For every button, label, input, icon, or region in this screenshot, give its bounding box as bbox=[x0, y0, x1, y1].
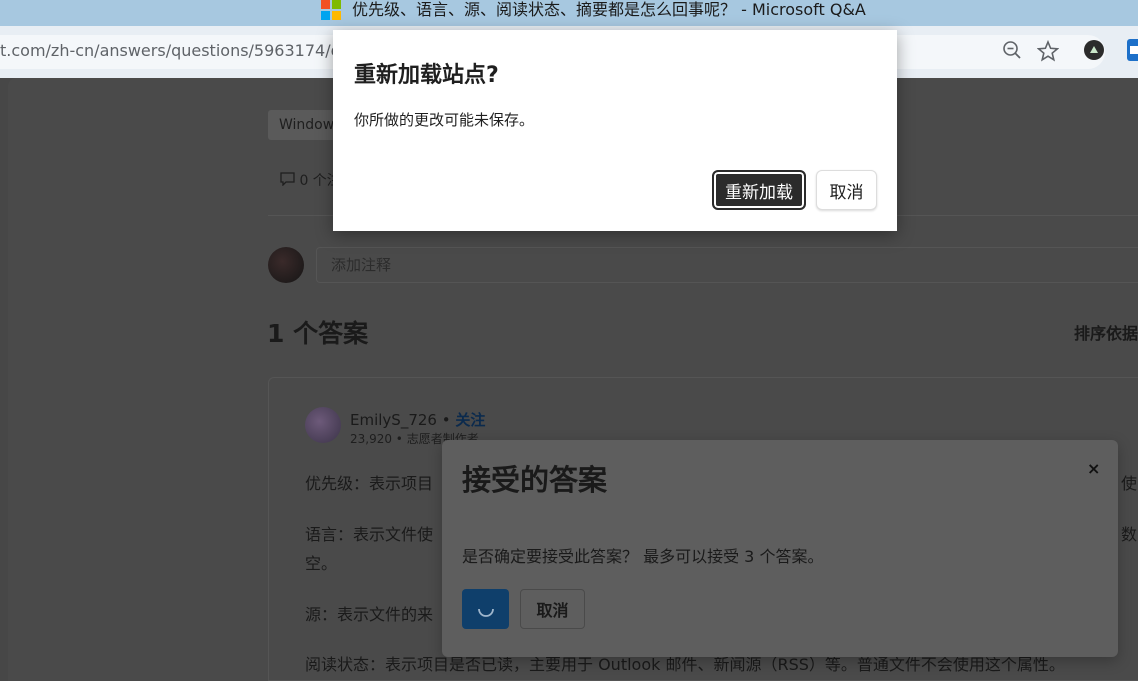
confirm-accept-button[interactable] bbox=[462, 589, 509, 629]
reload-site-dialog: 重新加载站点? 你所做的更改可能未保存。 重新加载 取消 bbox=[333, 30, 897, 231]
accept-cancel-button[interactable]: 取消 bbox=[520, 589, 585, 629]
answer-text-fragment: 数 bbox=[1121, 525, 1138, 544]
accept-dialog-title: 接受的答案 bbox=[462, 463, 608, 497]
sort-by-label[interactable]: 排序依据 bbox=[1074, 320, 1138, 344]
reload-dialog-title: 重新加载站点? bbox=[354, 63, 499, 88]
extension-icon[interactable] bbox=[1083, 39, 1105, 61]
user-avatar bbox=[268, 247, 304, 283]
answer-text-fragment: 使 bbox=[1121, 474, 1138, 493]
microsoft-logo-icon bbox=[321, 0, 341, 20]
window-title: 优先级、语言、源、阅读状态、摘要都是怎么回事呢？ - Microsoft Q&A bbox=[352, 0, 866, 19]
reload-dialog-message: 你所做的更改可能未保存。 bbox=[354, 111, 535, 129]
follow-link[interactable]: 关注 bbox=[455, 411, 485, 429]
answer-paragraph: 语言：表示文件使 bbox=[305, 525, 434, 544]
url-text[interactable]: t.com/zh-cn/answers/questions/5963174/q bbox=[0, 41, 341, 60]
window-titlebar: 优先级、语言、源、阅读状态、摘要都是怎么回事呢？ - Microsoft Q&A bbox=[0, 0, 1138, 26]
zoom-out-icon[interactable] bbox=[1002, 40, 1022, 60]
cancel-button[interactable]: 取消 bbox=[816, 170, 877, 210]
author-name[interactable]: EmilyS_726 bbox=[350, 411, 437, 429]
answer-paragraph: 源：表示文件的来 bbox=[305, 605, 434, 624]
answer-paragraph: 优先级：表示项目 bbox=[305, 474, 434, 493]
author-separator: • bbox=[441, 411, 451, 429]
comment-icon bbox=[280, 172, 295, 187]
add-comment-input[interactable]: 添加注释 bbox=[316, 247, 1138, 283]
accept-dialog-message: 是否确定要接受此答案？ 最多可以接受 3 个答案。 bbox=[462, 547, 824, 566]
close-icon[interactable]: × bbox=[1087, 459, 1100, 478]
sidebar-app-icon[interactable] bbox=[1127, 39, 1138, 61]
comment-count[interactable]: 0 个注 bbox=[280, 170, 341, 190]
reload-button[interactable]: 重新加载 bbox=[712, 170, 806, 210]
favorite-star-icon[interactable] bbox=[1037, 40, 1059, 62]
loading-spinner-icon bbox=[477, 608, 494, 617]
answers-heading: 1 个答案 bbox=[267, 319, 369, 348]
author-avatar[interactable] bbox=[305, 407, 341, 443]
answer-paragraph: 空。 bbox=[305, 554, 338, 573]
answer-author: EmilyS_726 • 关注 bbox=[350, 409, 485, 430]
accept-answer-dialog: 接受的答案 × 是否确定要接受此答案？ 最多可以接受 3 个答案。 取消 bbox=[442, 440, 1118, 657]
